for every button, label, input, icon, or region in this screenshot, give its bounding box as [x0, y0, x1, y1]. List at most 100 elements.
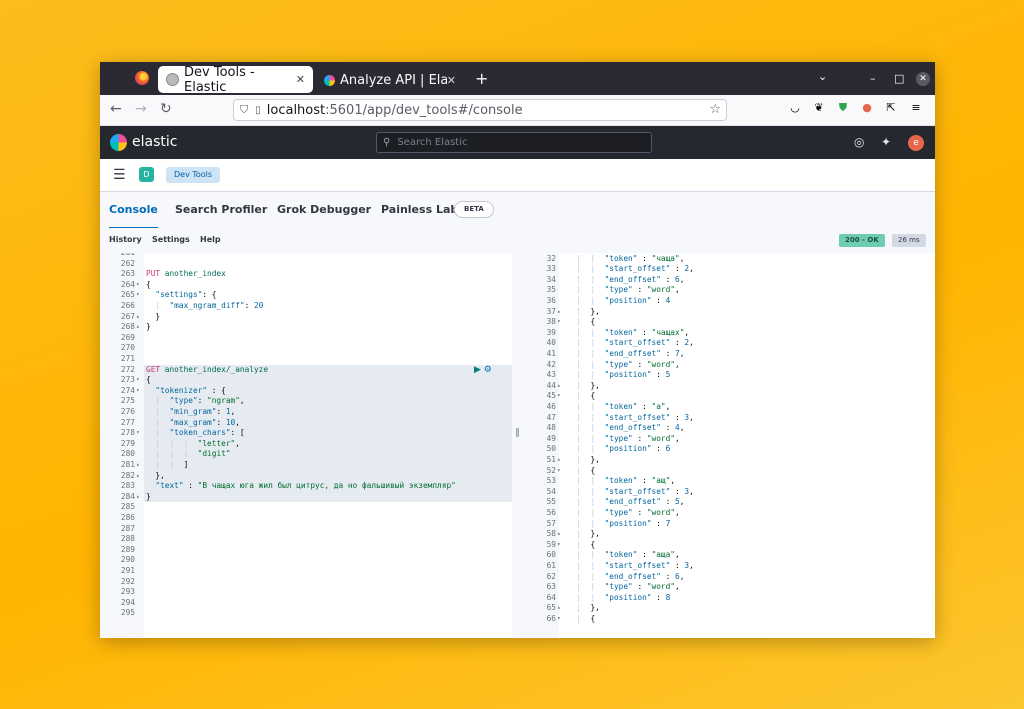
code-line[interactable]: 265 ▾ "settings": { [108, 290, 512, 301]
code-line[interactable]: 62 | | "end_offset" : 6, [523, 572, 935, 583]
fold-chevron-down-icon[interactable]: ▾ [557, 317, 561, 328]
fold-chevron-up-icon[interactable]: ▴ [557, 603, 561, 614]
code-line[interactable]: 292 [108, 577, 512, 588]
code-line[interactable]: 280 | | | "digit" [108, 449, 512, 460]
code-line[interactable]: 52 ▾ | { [523, 466, 935, 477]
code-line[interactable]: 66 ▾ | { [523, 614, 935, 625]
code-line[interactable]: 42 | | "type" : "word", [523, 360, 935, 371]
code-line[interactable]: 37 ▴ | }, [523, 307, 935, 318]
settings-button[interactable]: Settings [152, 235, 190, 244]
code-line[interactable]: 43 | | "position" : 5 [523, 370, 935, 381]
play-icon[interactable]: ▶ [474, 365, 481, 375]
code-line[interactable]: 289 [108, 545, 512, 556]
code-line[interactable]: 38 ▾ | { [523, 317, 935, 328]
code-line[interactable]: 48 | | "end_offset" : 4, [523, 423, 935, 434]
code-line[interactable]: 51 ▴ | }, [523, 455, 935, 466]
fold-chevron-down-icon[interactable]: ▾ [557, 540, 561, 551]
code-line[interactable]: 279 | | | "letter", [108, 439, 512, 450]
history-button[interactable]: History [109, 235, 142, 244]
code-line[interactable]: 266 | "max_ngram_diff": 20 [108, 301, 512, 312]
close-icon[interactable]: ✕ [296, 73, 305, 86]
code-line[interactable]: 269 [108, 333, 512, 344]
tab-dev-tools[interactable]: Dev Tools - Elastic ✕ [158, 65, 313, 95]
tab-grok-debugger[interactable]: Grok Debugger [277, 203, 371, 216]
maximize-icon[interactable]: □ [894, 72, 904, 85]
fold-chevron-down-icon[interactable]: ▾ [136, 375, 140, 386]
code-line[interactable]: 47 | | "start_offset" : 3, [523, 413, 935, 424]
code-line[interactable]: 281 ▴ | | ] [108, 460, 512, 471]
fold-chevron-up-icon[interactable]: ▴ [136, 322, 140, 333]
code-line[interactable]: 293 [108, 587, 512, 598]
code-line[interactable]: 53 | | "token" : "ащ", [523, 476, 935, 487]
code-line[interactable]: 276 | "min_gram": 1, [108, 407, 512, 418]
code-line[interactable]: 275 | "type": "ngram", [108, 396, 512, 407]
tab-analyze-api[interactable]: Analyze API | Elastic ✕ [316, 65, 464, 95]
close-icon[interactable]: ✕ [447, 74, 456, 87]
code-line[interactable]: 263 PUT another_index [108, 269, 512, 280]
help-icon[interactable]: ◎ [854, 135, 864, 149]
url-text[interactable]: localhost:5601/app/dev_tools#/console [267, 103, 523, 118]
back-icon[interactable]: ← [110, 101, 122, 117]
window-close-icon[interactable]: ✕ [916, 72, 930, 86]
response-viewer[interactable]: 32 | | "token" : "чаща", 33 | | "start_of… [523, 253, 935, 638]
pane-resizer[interactable]: ‖ [512, 253, 523, 638]
shield-extension-icon[interactable]: ⛊ [837, 102, 849, 114]
reload-icon[interactable]: ↻ [160, 101, 172, 117]
menu-icon[interactable]: ≡ [910, 102, 922, 114]
code-line[interactable]: 288 [108, 534, 512, 545]
code-line[interactable]: 278 ▾ | "token_chars": [ [108, 428, 512, 439]
code-line[interactable]: 58 ▴ | }, [523, 529, 935, 540]
code-line[interactable]: 36 | | "position" : 4 [523, 296, 935, 307]
code-line[interactable]: 39 | | "token" : "чащах", [523, 328, 935, 339]
code-line[interactable]: 40 | | "start_offset" : 2, [523, 338, 935, 349]
fold-chevron-up-icon[interactable]: ▴ [557, 307, 561, 318]
request-editor[interactable]: 261262263PUT another_index264▾{265▾ "set… [108, 253, 512, 638]
code-line[interactable]: 285 [108, 502, 512, 513]
code-line[interactable]: 61 | | "start_offset" : 3, [523, 561, 935, 572]
share-icon[interactable]: ⇱ [885, 102, 897, 114]
tab-console[interactable]: Console [109, 203, 158, 229]
fold-chevron-up-icon[interactable]: ▴ [136, 471, 140, 482]
brand-name[interactable]: elastic [132, 134, 177, 150]
chevron-down-icon[interactable]: ⌄ [818, 70, 827, 83]
extension-icon[interactable]: ❦ [813, 102, 825, 114]
space-avatar[interactable]: D [139, 167, 154, 182]
code-line[interactable]: 262 [108, 259, 512, 270]
code-line[interactable]: 287 [108, 524, 512, 535]
code-line[interactable]: 50 | | "position" : 6 [523, 444, 935, 455]
code-line[interactable]: 60 | | "token" : "аща", [523, 550, 935, 561]
code-line[interactable]: 277 | "max_gram": 10, [108, 418, 512, 429]
wrench-icon[interactable]: ⚙ [484, 365, 492, 375]
fold-chevron-up-icon[interactable]: ▴ [557, 529, 561, 540]
bookmark-star-icon[interactable]: ☆ [709, 102, 721, 117]
code-line[interactable]: 264 ▾ { [108, 280, 512, 291]
search-input[interactable] [395, 136, 640, 149]
tab-painless-lab[interactable]: Painless Lab [381, 203, 458, 216]
avatar[interactable]: e [908, 135, 924, 151]
tab-search-profiler[interactable]: Search Profiler [175, 203, 267, 216]
code-line[interactable]: 35 | | "type" : "word", [523, 285, 935, 296]
minimize-icon[interactable]: – [870, 72, 876, 85]
pocket-icon[interactable]: ◡ [789, 102, 801, 114]
code-line[interactable]: 34 | | "end_offset" : 6, [523, 275, 935, 286]
cookie-icon[interactable]: ● [861, 102, 873, 114]
news-icon[interactable]: ✦ [881, 135, 891, 149]
code-line[interactable]: 57 | | "position" : 7 [523, 519, 935, 530]
code-line[interactable]: 270 [108, 343, 512, 354]
fold-chevron-down-icon[interactable]: ▾ [136, 290, 140, 301]
code-line[interactable]: 44 ▴ | }, [523, 381, 935, 392]
code-line[interactable]: 283 "text" : "В чащах юга жил был цитрус… [108, 481, 512, 492]
help-button[interactable]: Help [200, 235, 221, 244]
elastic-logo-icon[interactable] [110, 134, 127, 151]
search-bar[interactable]: ⚲ [376, 132, 652, 153]
fold-chevron-up-icon[interactable]: ▴ [136, 312, 140, 323]
fold-chevron-up-icon[interactable]: ▴ [136, 492, 140, 503]
page-icon[interactable]: ▯ [255, 105, 261, 116]
url-bar[interactable]: ⛉ ▯ localhost:5601/app/dev_tools#/consol… [233, 99, 727, 121]
code-line[interactable]: 55 | | "end_offset" : 5, [523, 497, 935, 508]
code-line[interactable]: 272 GET another_index/_analyze [108, 365, 512, 376]
code-line[interactable]: 32 | | "token" : "чаща", [523, 254, 935, 265]
code-line[interactable]: 273 ▾ { [108, 375, 512, 386]
code-line[interactable]: 33 | | "start_offset" : 2, [523, 264, 935, 275]
code-line[interactable]: 286 [108, 513, 512, 524]
